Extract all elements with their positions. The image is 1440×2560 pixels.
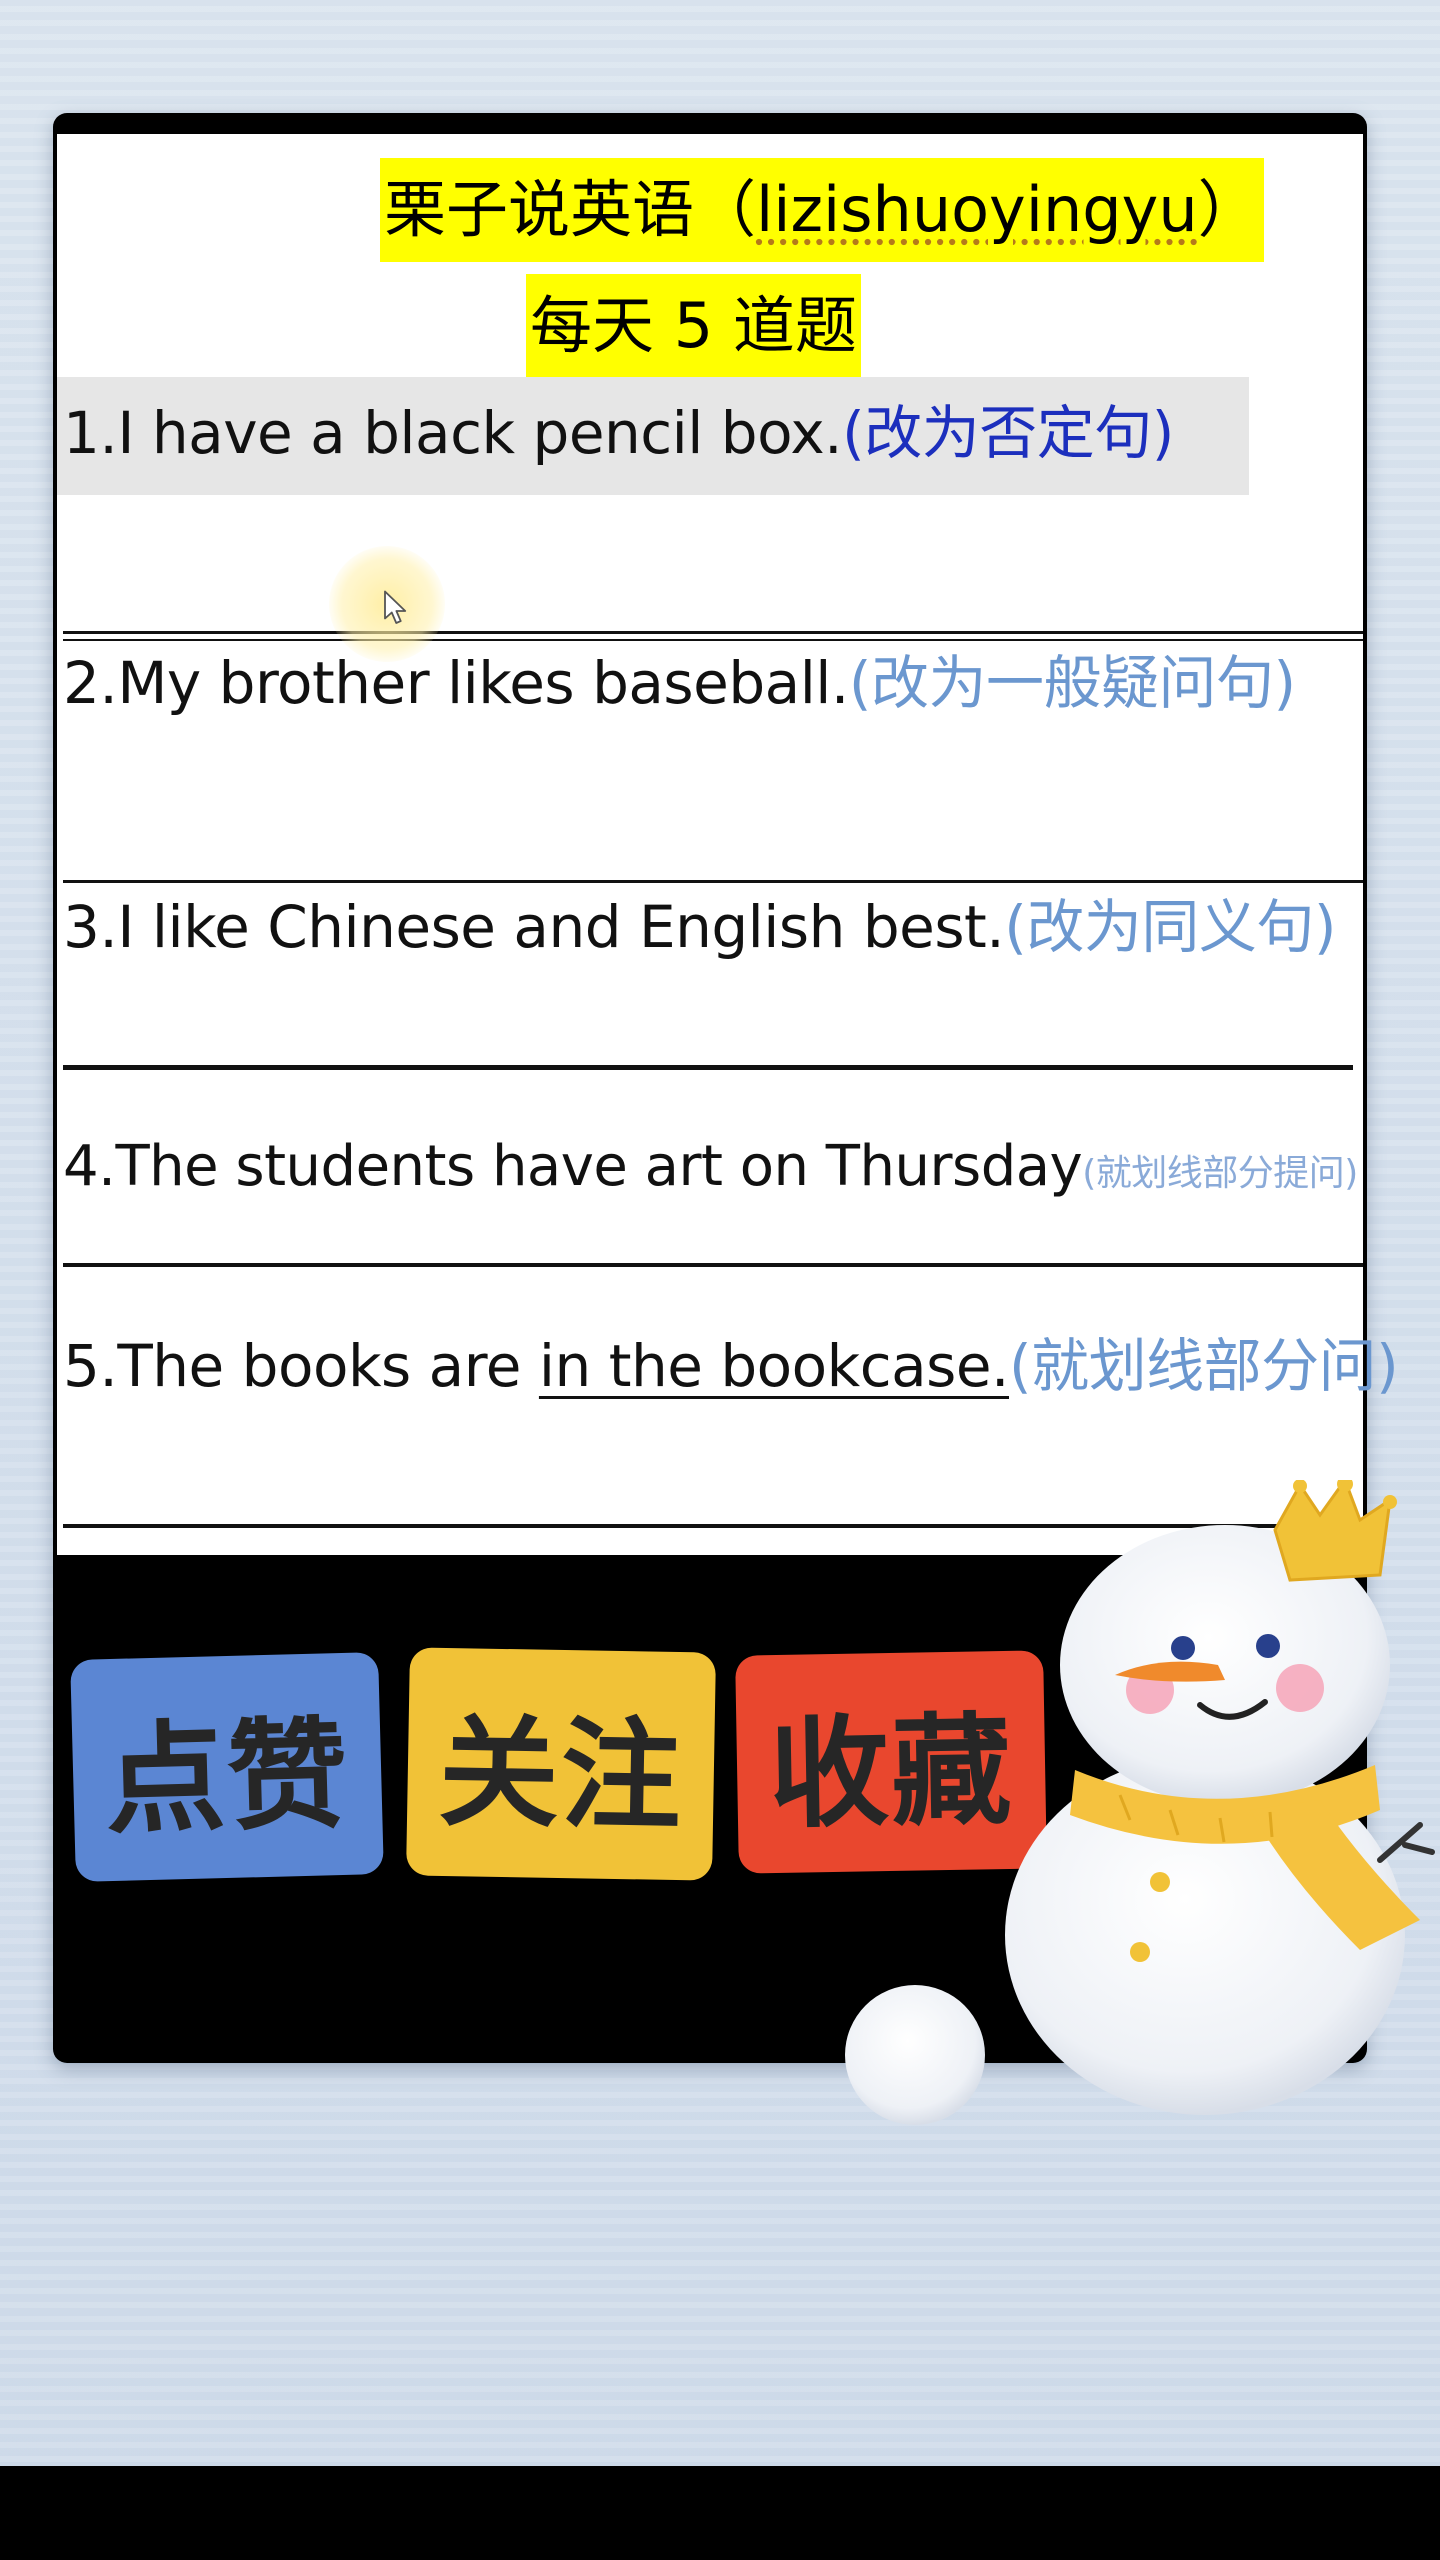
- question-number: 2.: [63, 649, 118, 717]
- bottom-bar: [0, 2466, 1440, 2560]
- question-text: My brother likes baseball.: [117, 649, 849, 717]
- question-number: 3.: [63, 893, 118, 961]
- question-1: 1.I have a black pencil box.(改为否定句): [57, 377, 1249, 495]
- title-end: ）: [1197, 173, 1260, 246]
- like-button[interactable]: 点赞: [70, 1652, 384, 1882]
- snowman-icon: [845, 1480, 1435, 2125]
- question-instruction: (改为一般疑问句): [848, 649, 1296, 717]
- question-instruction: (就划线部分提问): [1082, 1153, 1358, 1194]
- question-underlined-text: in the bookcase.: [538, 1332, 1010, 1400]
- question-3: 3.I like Chinese and English best.(改为同义句…: [63, 886, 1336, 968]
- question-instruction: (改为否定句): [842, 399, 1174, 467]
- title-handle: lizishuoyingyu: [756, 173, 1198, 246]
- question-text: I like Chinese and English best.: [117, 893, 1005, 961]
- answer-line-2: [63, 880, 1363, 883]
- follow-button[interactable]: 关注: [406, 1647, 716, 1881]
- worksheet-page: 栗子说英语（lizishuoyingyu） 每天 5 道题 1.I have a…: [57, 134, 1399, 1555]
- worksheet-subtitle: 每天 5 道题: [526, 274, 861, 378]
- question-text-before: The books are: [117, 1332, 539, 1400]
- question-2: 2.My brother likes baseball.(改为一般疑问句): [63, 642, 1296, 724]
- question-4: 4.The students have art on Thursday(就划线部…: [63, 1126, 1358, 1215]
- question-text: The students have art on Thursday: [115, 1134, 1083, 1199]
- question-instruction: (改为同义句): [1004, 893, 1336, 961]
- title-cn: 栗子说英语（: [384, 173, 757, 246]
- question-number: 5.: [63, 1332, 118, 1400]
- question-text: I have a black pencil box.: [117, 399, 843, 467]
- mouse-pointer-icon: [384, 590, 407, 624]
- worksheet-title: 栗子说英语（lizishuoyingyu）: [380, 158, 1264, 262]
- question-5: 5.The books are in the bookcase.(就划线部分问): [63, 1325, 1399, 1407]
- question-instruction: (就划线部分问): [1009, 1332, 1399, 1400]
- answer-line-4: [63, 1263, 1363, 1267]
- answer-line-3: [63, 1065, 1353, 1070]
- question-number: 4.: [63, 1134, 116, 1199]
- answer-line-1-double: [63, 639, 1363, 641]
- answer-line-1: [63, 631, 1363, 634]
- question-number: 1.: [63, 399, 118, 467]
